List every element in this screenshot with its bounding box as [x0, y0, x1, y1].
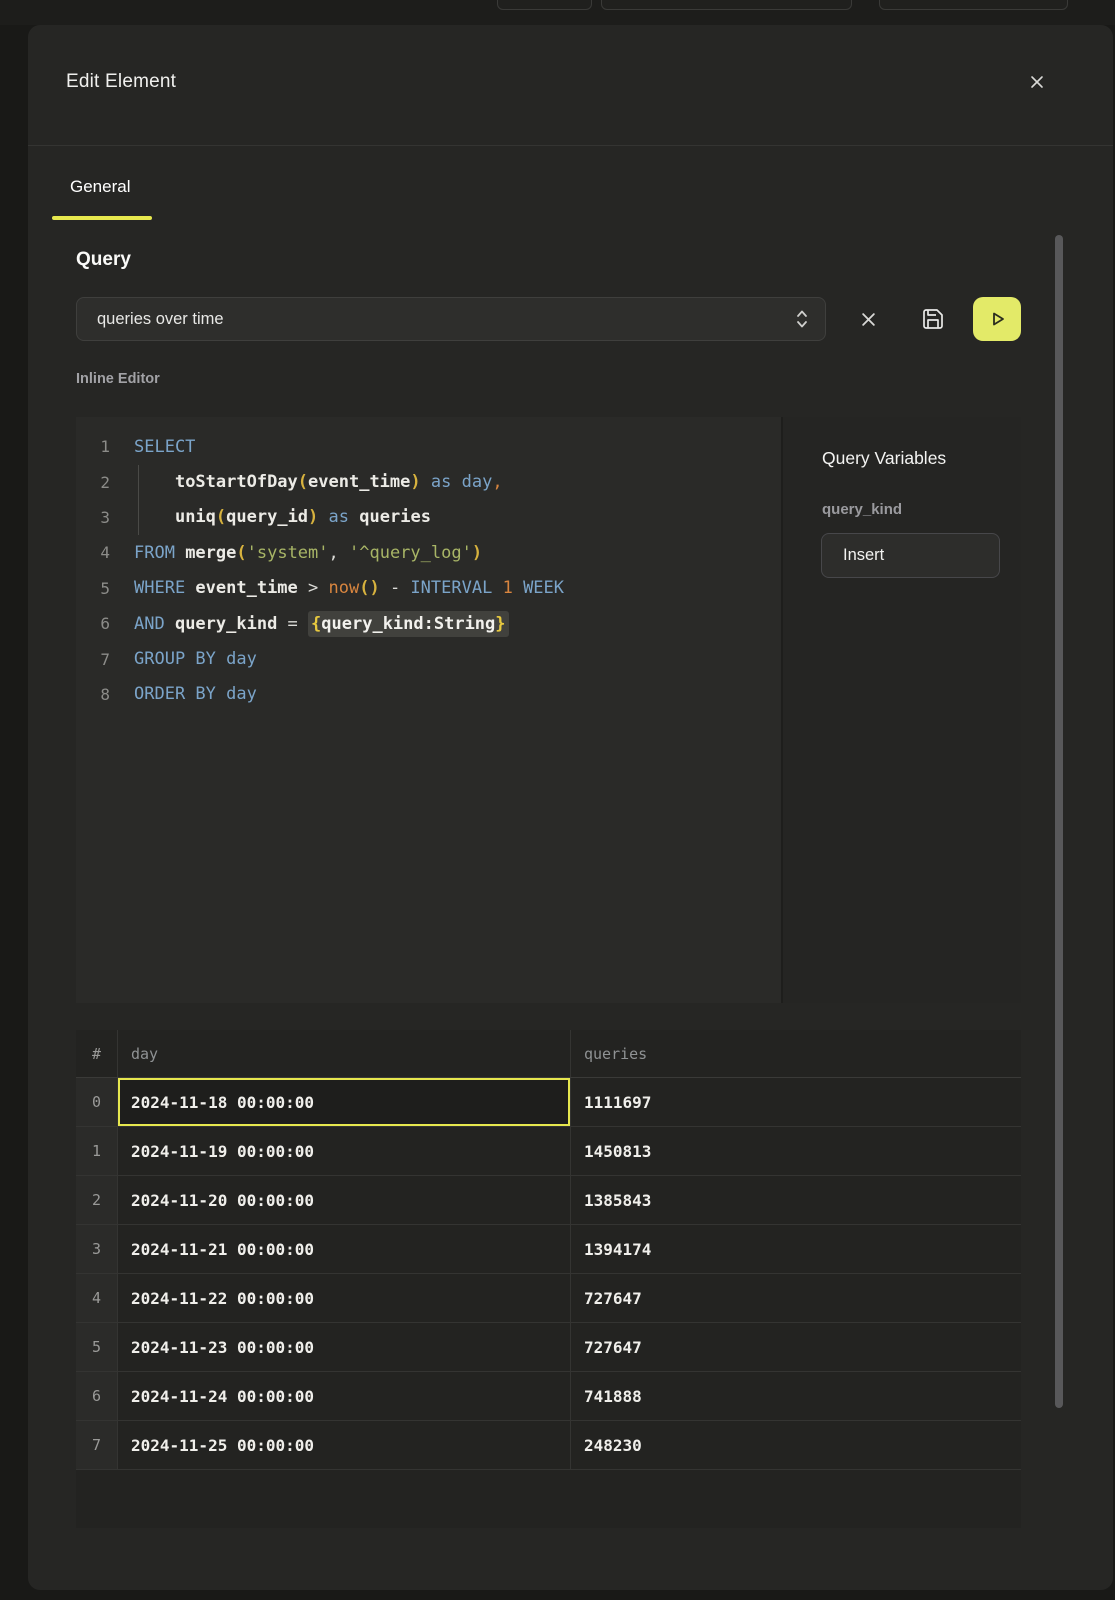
day-cell[interactable]: 2024-11-23 00:00:00 [118, 1323, 570, 1371]
code-line: 2 toStartOfDay(event_time) as day, [76, 464, 781, 499]
row-index: 5 [76, 1323, 118, 1371]
run-query-button[interactable] [973, 297, 1021, 341]
clear-query-button[interactable] [854, 307, 882, 331]
code-text: uniq(query_id) as queries [120, 507, 431, 527]
tab-general[interactable]: General [70, 177, 130, 197]
scrollbar-thumb[interactable] [1055, 235, 1063, 1408]
query-section-heading: Query [76, 249, 131, 271]
queries-cell[interactable]: 1450813 [570, 1127, 1021, 1175]
table-row: 72024-11-25 00:00:00248230 [76, 1421, 1021, 1470]
save-floppy-icon [921, 307, 945, 331]
row-index: 4 [76, 1274, 118, 1322]
code-line: 1SELECT [76, 429, 781, 464]
sql-editor: 1SELECT2 toStartOfDay(event_time) as day… [76, 417, 1021, 1003]
topbar-button[interactable] [879, 0, 1068, 10]
code-text: ORDER BY day [120, 684, 257, 704]
code-text: FROM merge('system', '^query_log') [120, 543, 482, 563]
close-x-glyph [1030, 75, 1044, 89]
queries-cell[interactable]: 1394174 [570, 1225, 1021, 1273]
query-variables-title: Query Variables [822, 448, 946, 469]
line-number: 1 [76, 437, 120, 456]
row-index: 0 [76, 1078, 118, 1126]
query-results-table: #dayqueries02024-11-18 00:00:00111169712… [76, 1030, 1021, 1528]
line-number: 3 [76, 508, 120, 527]
line-number: 7 [76, 650, 120, 669]
code-line: 7GROUP BY day [76, 641, 781, 676]
table-row: 22024-11-20 00:00:001385843 [76, 1176, 1021, 1225]
indent-guide [138, 465, 139, 535]
table-row: 32024-11-21 00:00:001394174 [76, 1225, 1021, 1274]
table-row: 02024-11-18 00:00:001111697 [76, 1078, 1021, 1127]
line-number: 6 [76, 614, 120, 633]
table-row: 42024-11-22 00:00:00727647 [76, 1274, 1021, 1323]
day-cell[interactable]: 2024-11-19 00:00:00 [118, 1127, 570, 1175]
query-select[interactable]: queries over time [76, 297, 826, 341]
row-index: 2 [76, 1176, 118, 1224]
column-header-queries[interactable]: queries [570, 1030, 1021, 1077]
line-number: 8 [76, 685, 120, 704]
code-line: 5WHERE event_time > now() - INTERVAL 1 W… [76, 571, 781, 606]
queries-cell[interactable]: 727647 [570, 1274, 1021, 1322]
topbar-button[interactable] [497, 0, 592, 10]
queries-cell[interactable]: 741888 [570, 1372, 1021, 1420]
clear-x-icon [861, 312, 876, 327]
table-header-row: #dayqueries [76, 1030, 1021, 1078]
code-text: toStartOfDay(event_time) as day, [120, 472, 503, 492]
line-number: 2 [76, 473, 120, 492]
code-editor-area[interactable]: 1SELECT2 toStartOfDay(event_time) as day… [76, 417, 781, 1003]
app-topbar [0, 0, 1115, 25]
code-line: 6AND query_kind = {query_kind:String} [76, 606, 781, 641]
query-variables-panel: Query Variables query_kind Insert [781, 417, 1021, 1003]
code-line: 4FROM merge('system', '^query_log') [76, 535, 781, 570]
table-row: 52024-11-23 00:00:00727647 [76, 1323, 1021, 1372]
header-divider [28, 145, 1113, 146]
row-index: 1 [76, 1127, 118, 1175]
inline-editor-label: Inline Editor [76, 371, 160, 387]
code-text: SELECT [120, 437, 195, 457]
queries-cell[interactable]: 1111697 [570, 1078, 1021, 1126]
code-text: WHERE event_time > now() - INTERVAL 1 WE… [120, 578, 564, 598]
row-index: 3 [76, 1225, 118, 1273]
queries-cell[interactable]: 248230 [570, 1421, 1021, 1469]
topbar-button[interactable] [601, 0, 852, 10]
day-cell[interactable]: 2024-11-25 00:00:00 [118, 1421, 570, 1469]
edit-element-dialog: Edit Element General Query queries over … [28, 25, 1113, 1590]
table-row: 12024-11-19 00:00:001450813 [76, 1127, 1021, 1176]
column-header-day[interactable]: day [118, 1030, 570, 1077]
day-cell[interactable]: 2024-11-21 00:00:00 [118, 1225, 570, 1273]
line-number: 4 [76, 543, 120, 562]
selected-cell[interactable]: 2024-11-18 00:00:00 [118, 1078, 570, 1126]
dialog-title: Edit Element [66, 71, 176, 93]
code-text: GROUP BY day [120, 649, 257, 669]
row-index: 7 [76, 1421, 118, 1469]
variable-name-label: query_kind [822, 501, 902, 518]
save-query-button[interactable] [919, 305, 947, 333]
tab-active-indicator [52, 216, 152, 220]
column-header-index: # [76, 1030, 118, 1077]
chevron-up-down-icon [795, 308, 809, 330]
day-cell[interactable]: 2024-11-22 00:00:00 [118, 1274, 570, 1322]
day-cell[interactable]: 2024-11-24 00:00:00 [118, 1372, 570, 1420]
close-icon[interactable] [1024, 69, 1050, 95]
play-icon [986, 308, 1008, 330]
query-select-value: queries over time [97, 310, 795, 329]
table-row: 62024-11-24 00:00:00741888 [76, 1372, 1021, 1421]
code-line: 3 uniq(query_id) as queries [76, 500, 781, 535]
line-number: 5 [76, 579, 120, 598]
day-cell[interactable]: 2024-11-20 00:00:00 [118, 1176, 570, 1224]
queries-cell[interactable]: 727647 [570, 1323, 1021, 1371]
code-text: AND query_kind = {query_kind:String} [120, 614, 509, 634]
code-line: 8ORDER BY day [76, 677, 781, 712]
queries-cell[interactable]: 1385843 [570, 1176, 1021, 1224]
row-index: 6 [76, 1372, 118, 1420]
insert-variable-button[interactable]: Insert [821, 533, 1000, 578]
